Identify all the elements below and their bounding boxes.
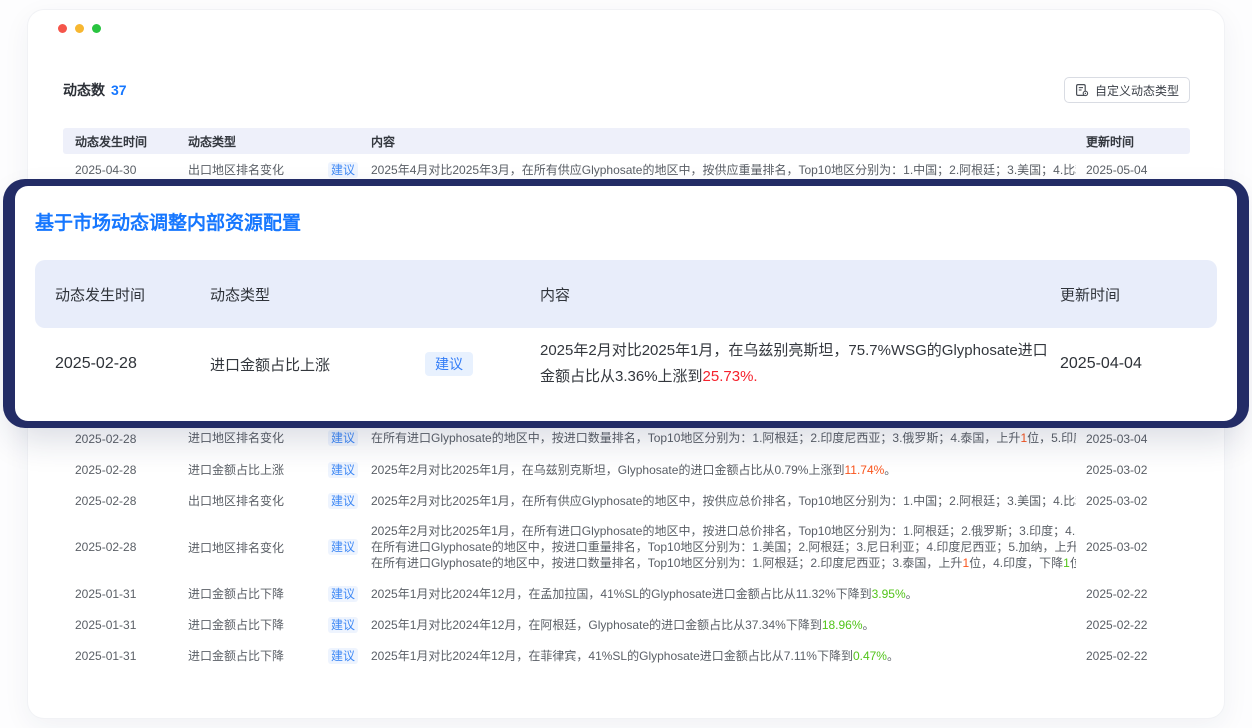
row-type: 出口地区排名变化	[188, 492, 328, 509]
row-type: 出口地区排名变化	[188, 161, 328, 178]
popup-row-content: 2025年2月对比2025年1月，在乌兹别亮斯坦，75.7%WSG的Glypho…	[540, 338, 1060, 390]
page: 动态数 37 自定义动态类型	[0, 0, 1252, 728]
column-header-time: 动态发生时间	[63, 133, 188, 150]
row-type: 进口金额占比下降	[188, 585, 328, 602]
window-titlebar	[28, 10, 1224, 33]
row-badge-cell: 建议	[328, 586, 371, 602]
popup-table-row[interactable]: 2025-02-28 进口金额占比上涨 建议 2025年2月对比2025年1月，…	[35, 338, 1217, 390]
row-content: 2025年1月对比2024年12月，在阿根廷，Glyphosate的进口金额占比…	[371, 617, 1086, 633]
row-update-time: 2025-03-02	[1086, 540, 1190, 554]
row-date: 2025-04-30	[63, 163, 188, 177]
row-badge-cell: 建议	[328, 493, 371, 509]
row-update-time: 2025-02-22	[1086, 618, 1190, 632]
popup-title: 基于市场动态调整内部资源配置	[35, 210, 1217, 238]
popup-row-type: 进口金额占比上涨	[210, 354, 425, 375]
row-date: 2025-02-28	[63, 432, 188, 446]
window-minimize-button[interactable]	[75, 24, 84, 33]
row-type: 进口金额占比上涨	[188, 461, 328, 478]
popup-column-time: 动态发生时间	[35, 284, 210, 305]
row-content: 2025年1月对比2024年12月，在菲律宾，41%SL的Glyphosate进…	[371, 648, 1086, 664]
row-badge-cell: 建议	[328, 617, 371, 633]
row-update-time: 2025-03-02	[1086, 494, 1190, 508]
row-badge-cell: 建议	[328, 462, 371, 478]
row-badge-cell: 建议	[328, 539, 371, 555]
suggestion-badge[interactable]: 建议	[328, 430, 358, 446]
suggestion-badge[interactable]: 建议	[328, 539, 358, 555]
row-date: 2025-02-28	[63, 463, 188, 477]
row-content: 2025年1月对比2024年12月，在孟加拉国，41%SL的Glyphosate…	[371, 586, 1086, 602]
row-date: 2025-02-28	[63, 540, 188, 554]
row-type: 进口地区排名变化	[188, 539, 328, 556]
row-date: 2025-02-28	[63, 494, 188, 508]
row-update-time: 2025-05-04	[1086, 163, 1190, 177]
popup-column-update: 更新时间	[1060, 284, 1217, 305]
row-content: 2025年4月对比2025年3月，在所有供应Glyphosate的地区中，按供应…	[371, 162, 1086, 178]
row-type: 进口金额占比下降	[188, 647, 328, 664]
suggestion-badge[interactable]: 建议	[328, 586, 358, 602]
popup-column-type: 动态类型	[210, 284, 540, 305]
dynamics-count-value: 37	[111, 82, 127, 98]
row-date: 2025-01-31	[63, 618, 188, 632]
highlighted-row-popup: 基于市场动态调整内部资源配置 动态发生时间 动态类型 内容 更新时间 2025-…	[12, 183, 1240, 424]
row-type: 进口金额占比下降	[188, 616, 328, 633]
column-header-update: 更新时间	[1086, 133, 1190, 150]
suggestion-badge[interactable]: 建议	[328, 493, 358, 509]
suggestion-badge[interactable]: 建议	[328, 462, 358, 478]
customize-button-label: 自定义动态类型	[1095, 82, 1179, 99]
row-content: 2025年2月对比2025年1月，在乌兹别克斯坦，Glyphosate的进口金额…	[371, 462, 1086, 478]
popup-row-update: 2025-04-04	[1060, 355, 1217, 373]
row-update-time: 2025-03-04	[1086, 432, 1190, 446]
row-content: 在所有进口Glyphosate的地区中，按进口数量排名，Top10地区分别为：1…	[371, 430, 1086, 446]
dynamics-count: 动态数 37	[63, 80, 127, 100]
table-row[interactable]: 2025-02-28进口地区排名变化建议 2025年2月对比2025年1月，在所有…	[63, 516, 1190, 578]
table-row[interactable]: 2025-02-28进口金额占比上涨建议 2025年2月对比2025年1月，在乌兹…	[63, 454, 1190, 485]
row-badge-cell: 建议	[328, 648, 371, 664]
popup-row-date: 2025-02-28	[35, 355, 210, 373]
row-date: 2025-01-31	[63, 649, 188, 663]
suggestion-badge[interactable]: 建议	[328, 162, 358, 178]
customize-dynamic-type-button[interactable]: 自定义动态类型	[1064, 77, 1190, 103]
table-row[interactable]: 2025-02-28出口地区排名变化建议 2025年2月对比2025年1月，在所有…	[63, 485, 1190, 516]
window-maximize-button[interactable]	[92, 24, 101, 33]
suggestion-badge[interactable]: 建议	[425, 352, 473, 376]
row-date: 2025-01-31	[63, 587, 188, 601]
row-badge-cell: 建议	[328, 430, 371, 446]
column-header-type: 动态类型	[188, 133, 328, 150]
row-type: 进口地区排名变化	[188, 429, 328, 446]
row-badge-cell: 建议	[328, 162, 371, 178]
row-content: 2025年2月对比2025年1月，在所有供应Glyphosate的地区中，按供应…	[371, 493, 1086, 509]
window-close-button[interactable]	[58, 24, 67, 33]
suggestion-badge[interactable]: 建议	[328, 617, 358, 633]
table-header: 动态发生时间 动态类型 内容 更新时间	[63, 128, 1190, 154]
document-gear-icon	[1075, 83, 1089, 97]
row-update-time: 2025-02-22	[1086, 649, 1190, 663]
row-update-time: 2025-02-22	[1086, 587, 1190, 601]
suggestion-badge[interactable]: 建议	[328, 648, 358, 664]
table-row[interactable]: 2025-01-31进口金额占比下降建议 2025年1月对比2024年12月，在菲…	[63, 640, 1190, 671]
row-content: 2025年2月对比2025年1月，在所有进口Glyphosate的地区中，按进口…	[371, 523, 1086, 571]
dynamics-count-label: 动态数	[63, 82, 105, 98]
table-row[interactable]: 2025-01-31进口金额占比下降建议 2025年1月对比2024年12月，在孟…	[63, 578, 1190, 609]
table-row[interactable]: 2025-01-31进口金额占比下降建议 2025年1月对比2024年12月，在阿…	[63, 609, 1190, 640]
popup-column-content: 内容	[540, 284, 1060, 305]
row-update-time: 2025-03-02	[1086, 463, 1190, 477]
column-header-content: 内容	[371, 133, 1086, 150]
popup-table-header: 动态发生时间 动态类型 内容 更新时间	[35, 260, 1217, 328]
